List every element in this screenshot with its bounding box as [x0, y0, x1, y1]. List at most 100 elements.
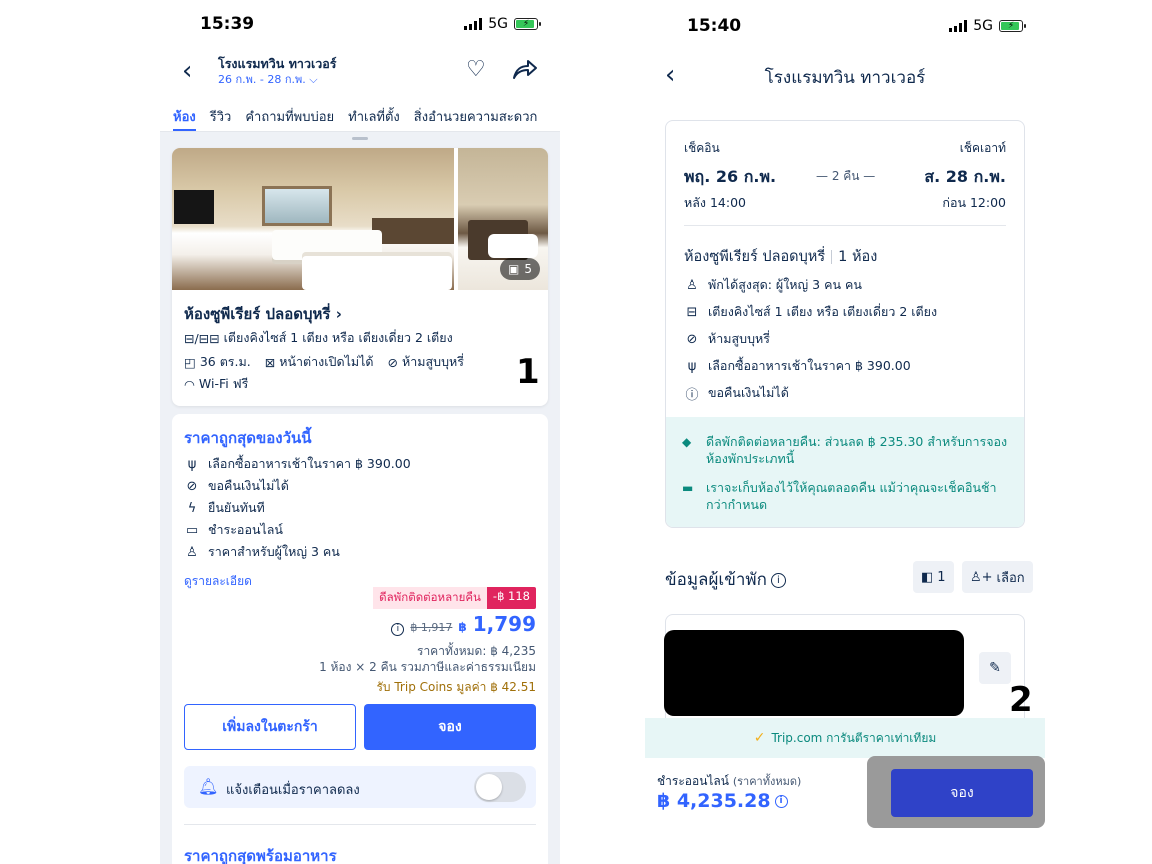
- feature-nonrefund-text: ขอคืนเงินไม่ได้: [708, 385, 789, 400]
- total-amount-text: ฿ 4,235.28: [657, 790, 771, 812]
- info-icon[interactable]: i: [391, 623, 405, 636]
- wifi-info: Wi-Fi ฟรี: [198, 376, 249, 391]
- status-bar: 15:39 5G ⚡: [160, 0, 560, 50]
- select-guest-chip[interactable]: ♙+ เลือก: [962, 561, 1033, 593]
- guest-count-chip[interactable]: ◧ 1: [913, 561, 954, 593]
- info-icon[interactable]: i: [774, 795, 788, 808]
- deal-label: ดีลพักติดต่อหลายคืน: [373, 587, 487, 609]
- feature-bed-text: เตียงคิงไซส์ 1 เตียง หรือ เตียงเดี่ยว 2 …: [708, 304, 938, 319]
- room-card[interactable]: ▣ 5 ห้องซูพีเรียร์ ปลอดบุหรี่ › ⊟/⊟⊟ เตียง…: [172, 148, 548, 406]
- promo-multinight-text: ดีลพักติดต่อหลายคืน: ส่วนลด ฿ 235.30 สำห…: [706, 434, 1008, 466]
- tab-faq[interactable]: คำถามที่พบบ่อย: [245, 100, 334, 131]
- left-phone-screen: 15:39 5G ⚡ ‹ โรงแรมทวิน ทาวเวอร์ 26 ก.พ.…: [160, 0, 560, 864]
- feature-breakfast-text: เลือกซื้ออาหารเช้าในราคา ฿ 390.00: [708, 358, 911, 373]
- deal-badge: ดีลพักติดต่อหลายคืน -฿ 118: [373, 587, 536, 609]
- no-refund-icon: ⊘: [186, 478, 198, 494]
- feature-payonline: ▭ ชำระออนไลน์: [184, 520, 283, 540]
- room-name[interactable]: ห้องซูพีเรียร์ ปลอดบุหรี่ ›: [184, 302, 342, 326]
- divider: [184, 824, 536, 825]
- add-to-cart-button[interactable]: เพิ่มลงในตะกร้า: [184, 704, 356, 750]
- feature-bed: ⊟ เตียงคิงไซส์ 1 เตียง หรือ เตียงเดี่ยว 2…: [684, 302, 938, 322]
- annotation-number-1: 1: [516, 352, 540, 392]
- cheapest-with-meal-heading: ราคาถูกสุดพร้อมอาหาร: [184, 847, 337, 864]
- pay-label-sub: (ราคาทั้งหมด): [732, 775, 802, 788]
- old-price: ฿ 1,917: [410, 621, 453, 634]
- price-alert-toggle[interactable]: [474, 772, 526, 802]
- chevron-down-icon: ⌵: [309, 73, 318, 86]
- pay-label-text: ชำระออนไลน์: [657, 774, 729, 788]
- booking-header: ‹ โรงแรมทวิน ทาวเวอร์: [645, 56, 1045, 96]
- tab-reviews[interactable]: รีวิว: [210, 100, 232, 131]
- feature-smoking: ⊘ ห้ามสูบบุหรี่: [684, 329, 770, 349]
- smoking-info: ห้ามสูบบุหรี่: [402, 354, 464, 369]
- battery-icon: ⚡: [999, 20, 1026, 32]
- room-bed-line: ⊟/⊟⊟ เตียงคิงไซส์ 1 เตียง หรือ เตียงเดี่ย…: [184, 328, 453, 348]
- share-icon[interactable]: [512, 58, 538, 80]
- room-wifi-line: ◠ Wi-Fi ฟรี: [184, 374, 248, 394]
- price-alert-row: 🔔︎ แจ้งเตือนเมื่อราคาลดลง: [184, 766, 536, 808]
- image-icon: ▣: [508, 262, 520, 276]
- drag-handle[interactable]: [352, 137, 368, 140]
- feature-adults-text: ราคาสำหรับผู้ใหญ่ 3 คน: [208, 544, 340, 559]
- feature-nonrefund: ⓘ ขอคืนเงินไม่ได้: [684, 383, 789, 403]
- feature-occupancy-text: พักได้สูงสุด: ผู้ใหญ่ 3 คน คน: [708, 277, 862, 292]
- status-bar: 15:40 5G ⚡: [645, 0, 1045, 50]
- room-attrs-line: ◰ 36 ตร.ม. ⊠ หน้าต่างเปิดไม่ได้ ⊘ ห้ามสูบบุ…: [184, 352, 464, 372]
- bed-icon: ⊟/⊟⊟: [184, 330, 220, 346]
- date-range[interactable]: 26 ก.พ. - 28 ก.พ. ⌵: [218, 70, 318, 88]
- tab-rooms[interactable]: ห้อง: [173, 100, 196, 131]
- utensils-icon: ψ: [687, 358, 697, 374]
- wifi-icon: ◠: [184, 376, 195, 392]
- back-icon[interactable]: ‹: [182, 58, 192, 84]
- pay-label: ชำระออนไลน์ (ราคาทั้งหมด): [657, 772, 801, 791]
- checkin-date: พฤ. 26 ก.พ.: [684, 167, 777, 186]
- photo-count-badge[interactable]: ▣ 5: [500, 258, 540, 280]
- redacted-guest-details: [664, 630, 964, 716]
- book-button[interactable]: จอง: [891, 769, 1033, 817]
- window-icon: ⊠: [264, 354, 276, 370]
- person-icon: ♙: [686, 277, 698, 293]
- tab-amenities[interactable]: สิ่งอำนวยความสะดวก: [414, 100, 538, 131]
- room-photo-main[interactable]: [172, 148, 454, 290]
- lightning-icon: ϟ: [187, 500, 197, 516]
- edit-icon[interactable]: ✎: [979, 652, 1011, 684]
- feature-nonrefund-text: ขอคืนเงินไม่ได้: [208, 478, 289, 493]
- bed-icon: ⊟: [686, 304, 698, 320]
- price-guarantee-bar: ✓ Trip.com การันตีราคาเท่าเทียม: [645, 718, 1045, 758]
- feature-instant-text: ยืนยันทันที: [208, 500, 265, 515]
- feature-adults: ♙ ราคาสำหรับผู้ใหญ่ 3 คน: [184, 542, 340, 562]
- feature-instant: ϟ ยืนยันทันที: [184, 498, 265, 518]
- price-guarantee-text: Trip.com การันตีราคาเท่าเทียม: [771, 730, 937, 745]
- no-smoking-icon: ⊘: [686, 331, 698, 347]
- promo-multinight: ◆ ดีลพักติดต่อหลายคืน: ส่วนลด ฿ 235.30 สำ…: [682, 433, 1008, 467]
- battery-icon: ⚡: [514, 18, 541, 30]
- network-label: 5G: [488, 16, 508, 32]
- room-size: 36 ตร.ม.: [199, 354, 251, 369]
- info-icon[interactable]: i: [770, 572, 786, 588]
- tab-location[interactable]: ทำเลที่ตั้ง: [348, 100, 400, 131]
- total-note: 1 ห้อง × 2 คืน รวมภาษีและค่าธรรมเนียม: [319, 660, 536, 674]
- book-button[interactable]: จอง: [364, 704, 536, 750]
- checkout-label: เช็คเอาท์: [959, 141, 1006, 155]
- feature-breakfast-text: เลือกซื้ออาหารเช้าในราคา ฿ 390.00: [208, 456, 411, 471]
- room-count: 1 ห้อง: [838, 249, 878, 265]
- bell-icon: 🔔︎: [198, 777, 219, 796]
- checkout-time: ก่อน 12:00: [942, 195, 1006, 210]
- promo-box: ◆ ดีลพักติดต่อหลายคืน: ส่วนลด ฿ 235.30 สำ…: [666, 417, 1024, 527]
- checkout-date: ส. 28 ก.พ.: [924, 167, 1006, 186]
- price-value: 1,799: [472, 612, 536, 636]
- bed-info: เตียงคิงไซส์ 1 เตียง หรือ เตียงเดี่ยว 2 …: [223, 330, 453, 345]
- booking-summary-card: เช็คอิน เช็คเอาท์ พฤ. 26 ก.พ. — 2 คืน — …: [665, 120, 1025, 528]
- chevron-right-icon: ›: [335, 305, 342, 323]
- cheapest-today-heading: ราคาถูกสุดของวันนี้: [184, 429, 312, 447]
- guest-info-title: ข้อมูลผู้เข้าพัก i: [665, 566, 786, 593]
- deal-amount: -฿ 118: [486, 587, 536, 609]
- price-alert-label: แจ้งเตือนเมื่อราคาลดลง: [226, 783, 360, 798]
- signal-icon: [464, 18, 483, 30]
- guest-count: 1: [937, 569, 946, 585]
- wallet-icon: ▭: [185, 522, 199, 538]
- select-guest-label: เลือก: [996, 570, 1025, 586]
- total-amount: ฿ 4,235.28 i: [657, 790, 788, 812]
- favorite-heart-icon[interactable]: ♡: [466, 57, 486, 82]
- details-link[interactable]: ดูรายละเอียด: [184, 572, 252, 591]
